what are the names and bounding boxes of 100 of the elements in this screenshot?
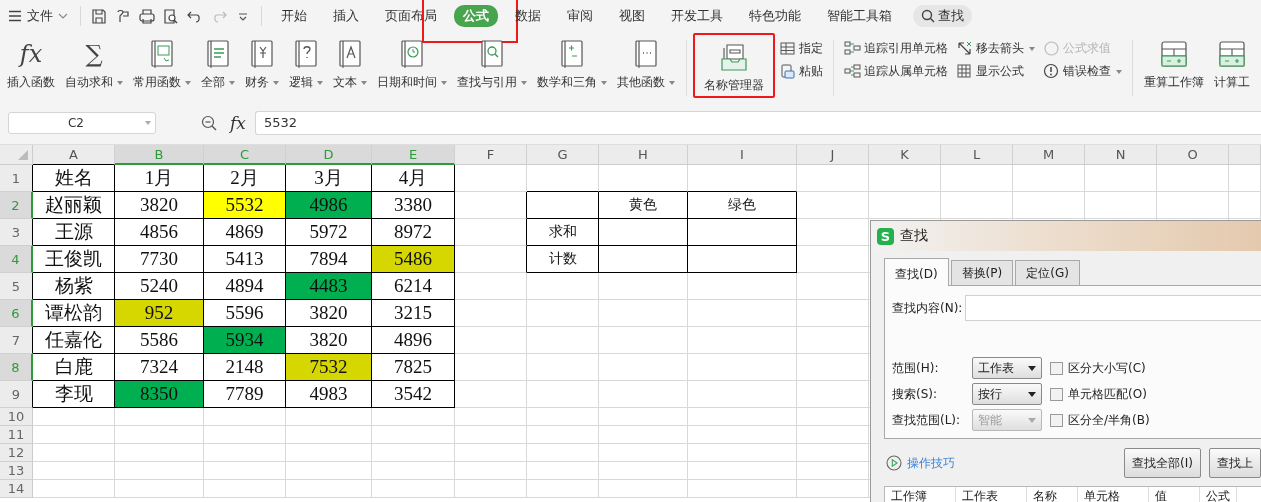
ribbon-button[interactable]: 文本 [328,32,372,91]
column-header[interactable]: 工作簿 [885,487,956,502]
column-header[interactable]: K [869,145,941,165]
ribbon-button[interactable]: 其他函数 [612,32,680,91]
table-cell: 绿色 [688,192,797,219]
ribbon-tab[interactable]: 开始 [272,5,316,27]
insert-function-button[interactable]: fx [227,113,249,133]
ribbon-button[interactable]: 查找与引用 [452,32,532,91]
row-header[interactable]: 12 [0,444,33,462]
table-cell: 5934 [204,327,286,354]
print-icon[interactable] [138,7,156,25]
column-header[interactable]: 值 [1149,487,1200,502]
input-field[interactable] [965,295,1261,321]
column-header[interactable]: H [599,145,688,165]
empty-cell [797,354,869,381]
ribbon-button[interactable]: 显示公式 [956,63,1035,80]
empty-cell [1085,165,1157,192]
row-header[interactable]: 13 [0,462,33,480]
field-label: 搜索(S): [892,385,939,403]
ribbon-button[interactable]: 财务 [240,32,284,91]
column-header[interactable]: 名称 [1027,487,1078,502]
row-header[interactable]: 11 [0,426,33,444]
empty-cell [527,480,599,498]
column-header[interactable]: 单元格 [1078,487,1149,502]
column-header[interactable]: N [1085,145,1157,165]
column-header[interactable]: F [455,145,527,165]
row-header[interactable]: 10 [0,408,33,426]
ribbon-button[interactable]: 逻辑 [284,32,328,91]
column-header[interactable]: M [1013,145,1085,165]
column-header[interactable]: J [797,145,869,165]
dropdown[interactable]: 工作表 [972,357,1042,379]
row-header[interactable]: 1 [0,165,33,192]
name-box[interactable]: C2 [8,112,156,134]
empty-cell [797,165,869,192]
checkbox[interactable] [1050,387,1063,401]
table-cell: 王源 [33,219,115,246]
ribbon-button[interactable]: 名称管理器 [699,35,769,94]
ribbon-button[interactable]: 计算工 [1209,32,1255,91]
table-cell: 求和 [527,219,599,246]
checkbox-label: 区分大小写(C) [1068,359,1146,377]
ribbon-tab[interactable]: 视图 [610,5,654,27]
column-header[interactable]: I [688,145,797,165]
ribbon-button[interactable]: 指定 [779,40,823,57]
ribbon-button[interactable]: 重算工作簿 [1139,32,1209,91]
dialog-button[interactable]: 查找上 [1209,448,1261,478]
ribbon-tab[interactable]: 插入 [324,5,368,27]
search-button[interactable]: 查找 [913,5,972,27]
brush-icon[interactable] [114,7,132,25]
formula-field[interactable]: 5532 [255,111,1261,135]
dropdown[interactable]: 按行 [972,383,1042,405]
table-cell: 4896 [372,327,455,354]
column-header[interactable]: A [33,145,115,165]
ribbon-button[interactable]: 数学和三角 [532,32,612,91]
file-menu-button[interactable]: 文件 [8,7,68,25]
empty-cell [797,381,869,408]
dialog-button[interactable]: 查找全部(I) [1124,448,1201,478]
dialog-tab[interactable]: 定位(G) [1015,260,1080,285]
table-cell: 姓名 [33,165,115,192]
select-all-icon[interactable] [17,149,29,161]
ribbon-tab[interactable]: 审阅 [558,5,602,27]
empty-cell [455,192,527,219]
empty-cell [797,408,869,426]
ribbon-button[interactable]: ∑ 自动求和 [60,32,128,91]
column-header[interactable]: L [941,145,1013,165]
row-header[interactable]: 5 [0,273,33,300]
ribbon-button[interactable]: 日期和时间 [372,32,452,91]
table-cell: 7730 [115,246,204,273]
empty-cell [527,192,599,219]
row-header[interactable]: 9 [0,381,33,408]
checkbox[interactable] [1050,361,1063,375]
table-cell: 6214 [372,273,455,300]
caret-icon [1028,417,1036,423]
zoom-icon[interactable] [201,115,217,131]
row-header[interactable]: 7 [0,327,33,354]
column-header[interactable]: O [1157,145,1229,165]
ribbon-button[interactable]: 错误检查 [1043,63,1122,80]
row-header[interactable]: 14 [0,480,33,498]
ribbon-button[interactable]: fx 插入函数 [2,32,60,91]
column-header[interactable]: 公式 [1200,487,1237,502]
clipboard-icon [779,63,796,80]
ribbon-tab[interactable]: 开发工具 [662,5,732,27]
empty-cell [797,300,869,327]
print-preview-icon[interactable] [162,7,180,25]
ribbon-button[interactable]: 追踪引用单元格 [844,40,948,57]
ribbon-button[interactable]: 移去箭头 [956,40,1035,57]
save-icon[interactable] [90,7,108,25]
row-header[interactable]: 3 [0,219,33,246]
ribbon-button[interactable]: 常用函数 [128,32,196,91]
ribbon-button[interactable]: 全部 [196,32,240,91]
dialog-tab[interactable]: 查找(D) [884,258,949,286]
empty-cell [455,273,527,300]
column-header[interactable]: 工作表 [956,487,1027,502]
ribbon-button[interactable]: 粘贴 [779,63,823,80]
empty-cell [527,300,599,327]
ribbon-tab[interactable]: 特色功能 [740,5,810,27]
column-header[interactable]: G [527,145,599,165]
ribbon-tab[interactable]: 智能工具箱 [818,5,901,27]
tips-link[interactable]: 操作技巧 [886,454,955,472]
dialog-tab[interactable]: 替换(P) [950,260,1014,285]
ribbon-button[interactable]: 追踪从属单元格 [844,63,948,80]
